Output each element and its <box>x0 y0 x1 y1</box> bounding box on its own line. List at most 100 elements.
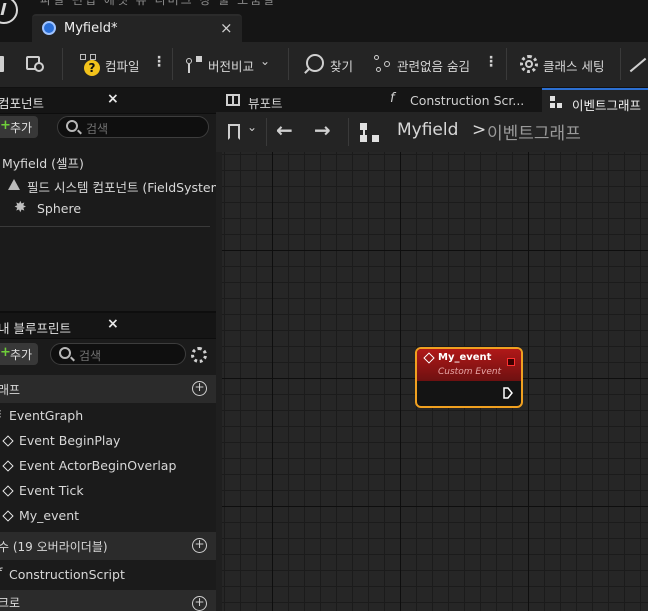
toolbar-separator <box>62 48 63 80</box>
function-item-label: ConstructionScript <box>9 567 125 582</box>
find-button[interactable]: 찾기 <box>298 42 360 88</box>
breadcrumb-separator: > <box>472 120 487 140</box>
graph-icon <box>360 123 380 143</box>
blueprint-asset-icon <box>42 21 56 35</box>
graph-item-eventgraph[interactable]: ⁝ EventGraph <box>0 404 216 428</box>
add-component-button[interactable]: + 추가 <box>0 116 38 138</box>
graph-navigation-bar: ⌄ ← → Myfield > 이벤트그래프 <box>216 112 648 152</box>
unreal-logo-icon[interactable] <box>0 0 18 24</box>
graph-item-label: My_event <box>19 508 80 523</box>
main-menu-bar[interactable]: 파일 편집 에셋 뷰 디버그 창 툴 도움말 <box>40 0 276 8</box>
event-icon <box>2 510 14 522</box>
editor-tab-bar: 뷰포트 f Construction Scr... 이벤트그래프 <box>216 88 648 113</box>
graph-item-event-actorbeginoverlap[interactable]: Event ActorBeginOverlap <box>0 454 216 478</box>
macros-section-header[interactable]: 크로 + <box>0 590 216 611</box>
document-tab-myfield[interactable]: Myfield* × <box>32 14 242 42</box>
chevron-down-icon[interactable]: ⌄ <box>247 120 257 134</box>
component-item-field-system[interactable]: 필드 시스템 컴포넌트 (FieldSystem <box>0 173 223 197</box>
bookmark-icon[interactable] <box>228 124 240 140</box>
toolbar-separator <box>506 48 507 80</box>
blueprint-toolbar: ? 컴파일 ⋮ 버전비교 ⌄ 찾기 관련없음 숨김 ⋮ 클래스 세팅 <box>0 42 648 88</box>
diff-icon <box>184 56 204 74</box>
components-panel-title: 컴포넌트 <box>0 96 45 111</box>
breadcrumb-current: 이벤트그래프 <box>487 124 581 144</box>
graph-item-label: Event ActorBeginOverlap <box>19 458 177 473</box>
tab-viewport[interactable]: 뷰포트 <box>222 88 372 112</box>
class-settings-button[interactable]: 클래스 세팅 <box>516 42 616 88</box>
toolbar-separator <box>172 48 173 80</box>
add-member-label: 추가 <box>10 348 33 362</box>
tab-label: 뷰포트 <box>248 96 283 111</box>
components-search-input[interactable]: 검색 <box>57 116 209 138</box>
function-item-constructionscript[interactable]: f ConstructionScript <box>0 563 216 587</box>
add-macro-icon[interactable]: + <box>192 596 207 611</box>
add-graph-icon[interactable]: + <box>192 381 207 396</box>
add-blueprint-member-button[interactable]: + 추가 <box>0 343 38 365</box>
toolbar-separator <box>288 48 289 80</box>
graphs-section-title: 래프 <box>0 383 21 397</box>
add-function-icon[interactable]: + <box>192 538 207 553</box>
left-sidebar: 컴포넌트 × + 추가 검색 Myfield (셀프) 필드 시스템 컴포넌트 … <box>0 88 223 611</box>
components-toolbar: + 추가 검색 <box>0 115 216 147</box>
functions-section-title: 수 (19 오버라이더블) <box>0 540 108 554</box>
editor-area: 뷰포트 f Construction Scr... 이벤트그래프 ⌄ ← → M <box>216 88 648 611</box>
delegate-output-pin[interactable] <box>507 358 515 366</box>
exec-output-pin[interactable] <box>503 387 513 399</box>
component-item-sphere[interactable]: ✸ Sphere <box>0 197 216 221</box>
divider <box>0 226 210 227</box>
graph-item-label: EventGraph <box>9 408 84 423</box>
compile-button[interactable]: ? 컴파일 ⋮ <box>72 42 166 88</box>
search-icon <box>59 347 71 359</box>
event-icon <box>2 485 14 497</box>
close-tab-icon[interactable]: × <box>220 19 233 37</box>
chevron-down-icon: ⌄ <box>260 54 271 68</box>
tab-event-graph[interactable]: 이벤트그래프 <box>542 88 648 113</box>
compile-options-icon[interactable]: ⋮ <box>152 54 166 70</box>
component-item-self[interactable]: Myfield (셀프) <box>0 149 216 173</box>
search-icon <box>66 120 78 132</box>
add-component-label: 추가 <box>10 121 33 135</box>
close-icon[interactable]: × <box>107 316 119 332</box>
functions-section-header[interactable]: 수 (19 오버라이더블) + <box>0 532 216 560</box>
node-title: My_event <box>438 352 492 363</box>
my-blueprint-toolbar: + 추가 검색 <box>0 340 216 372</box>
my-blueprint-search-input[interactable]: 검색 <box>50 343 186 365</box>
diff-button[interactable]: 버전비교 ⌄ <box>180 42 276 88</box>
compile-label: 컴파일 <box>105 59 140 74</box>
sphere-component-icon: ✸ <box>14 198 27 216</box>
find-label: 찾기 <box>330 59 354 74</box>
gear-icon[interactable] <box>191 347 207 363</box>
toolbar-separator <box>620 48 621 80</box>
component-label: Myfield (셀프) <box>2 156 84 171</box>
custom-event-node[interactable]: My_event Custom Event <box>415 347 523 408</box>
save-icon[interactable] <box>0 56 4 72</box>
graph-item-event-tick[interactable]: Event Tick <box>0 479 216 503</box>
class-defaults-icon[interactable] <box>629 57 647 73</box>
component-label: Sphere <box>37 201 82 216</box>
hide-unrelated-icon <box>374 55 392 73</box>
close-icon[interactable]: × <box>107 91 119 107</box>
browse-icon[interactable] <box>26 54 48 74</box>
event-graph-canvas[interactable]: My_event Custom Event <box>222 152 648 611</box>
graph-icon <box>550 96 562 108</box>
tab-construction-script[interactable]: f Construction Scr... <box>386 88 536 112</box>
my-blueprint-panel-title: 내 블루프린트 <box>0 321 71 336</box>
graph-item-label: Event Tick <box>19 483 84 498</box>
node-subtitle: Custom Event <box>438 367 502 377</box>
hide-unrelated-options-icon[interactable]: ⋮ <box>484 54 498 70</box>
tab-label: Construction Scr... <box>410 93 525 108</box>
graph-item-my-event[interactable]: My_event <box>0 504 216 528</box>
event-icon <box>2 460 14 472</box>
graphs-section-header[interactable]: 래프 + <box>0 375 216 403</box>
breadcrumb-root[interactable]: Myfield <box>397 120 458 140</box>
graph-item-event-beginplay[interactable]: Event BeginPlay <box>0 429 216 453</box>
title-bar: 파일 편집 에셋 뷰 디버그 창 툴 도움말 Myfield* × <box>0 0 648 42</box>
components-panel-header: 컴포넌트 × <box>0 88 216 114</box>
forward-arrow-icon[interactable]: → <box>314 118 331 142</box>
toolbar-separator <box>348 118 349 146</box>
search-placeholder: 검색 <box>79 349 102 363</box>
back-arrow-icon[interactable]: ← <box>276 118 293 142</box>
compile-status-icon: ? <box>80 54 100 76</box>
hide-unrelated-button[interactable]: 관련없음 숨김 ⋮ <box>372 42 498 88</box>
search-placeholder: 검색 <box>86 122 109 136</box>
